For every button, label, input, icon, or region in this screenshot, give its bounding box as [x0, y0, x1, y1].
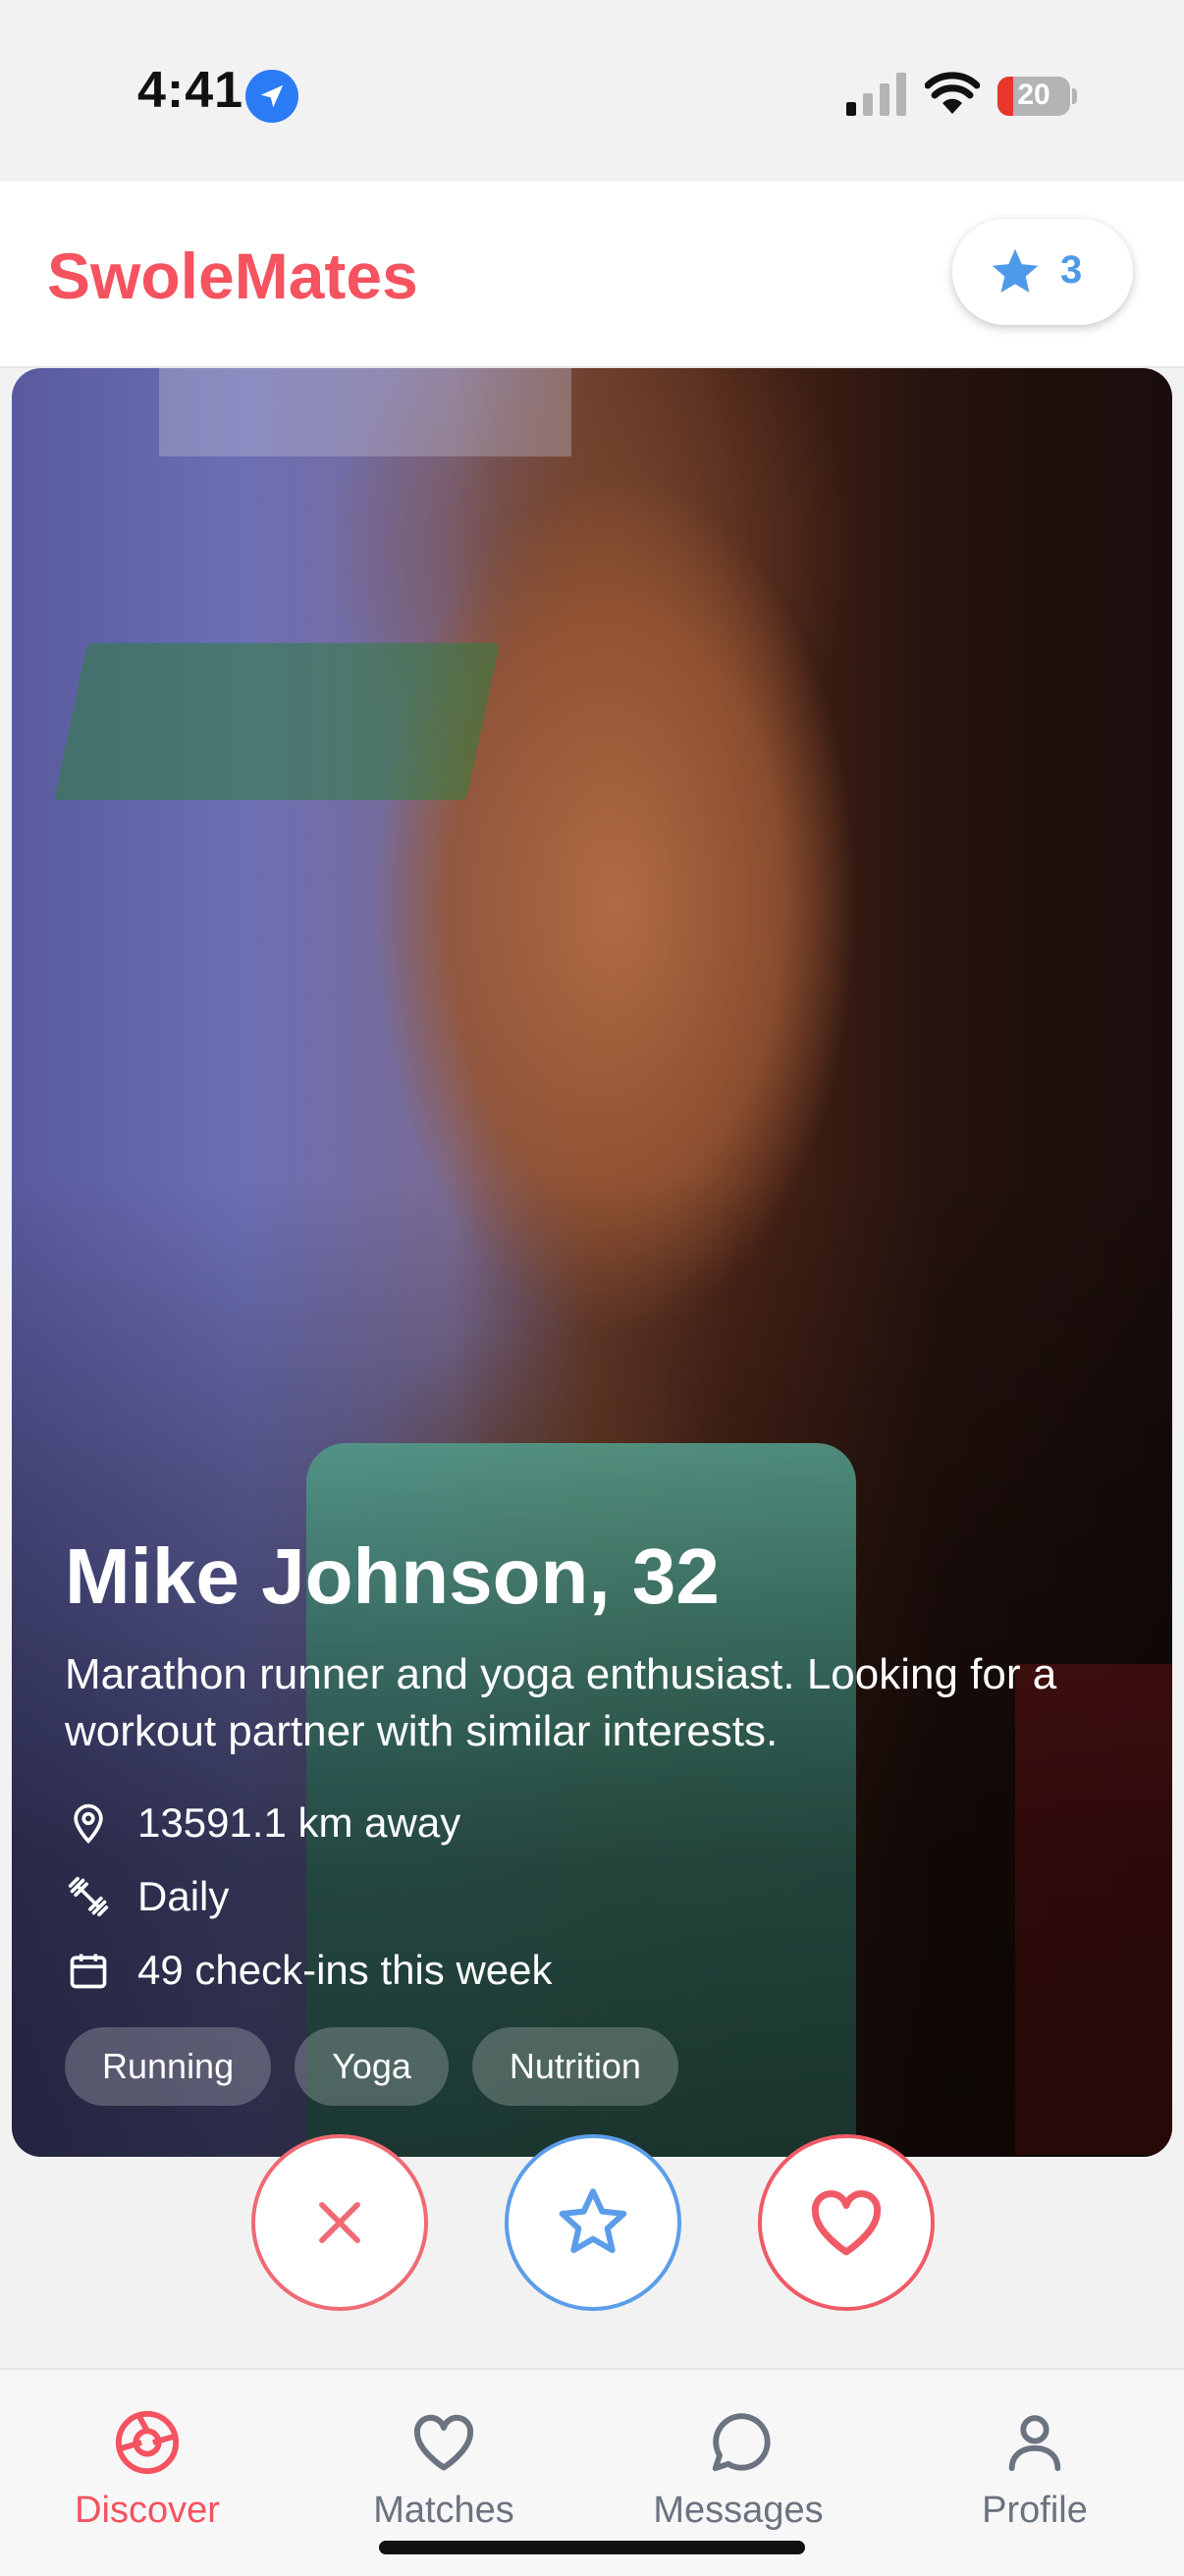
- person-icon: [1008, 2415, 1061, 2472]
- distance-text: 13591.1 km away: [137, 1799, 461, 1846]
- location-arrow-icon: [245, 70, 298, 123]
- status-time: 4:41: [137, 62, 244, 119]
- app-header: SwoleMates 3: [0, 182, 1184, 368]
- nav-profile[interactable]: Profile: [927, 2405, 1143, 2532]
- heart-icon: [811, 2190, 882, 2256]
- nav-discover-label: Discover: [75, 2490, 220, 2531]
- nav-profile-label: Profile: [982, 2490, 1088, 2531]
- profile-card[interactable]: Mike Johnson, 32 Marathon runner and yog…: [12, 368, 1172, 2157]
- calendar-icon: [65, 1947, 112, 1994]
- app-title: SwoleMates: [47, 240, 418, 312]
- star-icon: [559, 2188, 627, 2253]
- battery-icon: 20: [997, 77, 1070, 116]
- nav-matches-label: Matches: [373, 2490, 514, 2531]
- nav-messages[interactable]: Messages: [630, 2405, 846, 2532]
- discover-icon: [115, 2410, 180, 2475]
- profile-name-age: Mike Johnson, 32: [65, 1532, 720, 1620]
- close-icon: [319, 2202, 360, 2243]
- home-indicator: [379, 2541, 805, 2554]
- battery-level: 20: [1017, 79, 1050, 111]
- frequency-row: Daily: [65, 1867, 229, 1926]
- like-button[interactable]: [758, 2134, 935, 2311]
- distance-row: 13591.1 km away: [65, 1794, 460, 1852]
- interest-tag: Nutrition: [471, 2027, 678, 2106]
- nav-messages-label: Messages: [653, 2490, 824, 2531]
- location-pin-icon: [65, 1799, 112, 1847]
- super-likes-count: 3: [1060, 248, 1083, 292]
- profile-bio: Marathon runner and yoga enthusiast. Loo…: [65, 1650, 1057, 1755]
- checkins-text: 49 check-ins this week: [137, 1947, 553, 1993]
- interest-tags: Running Yoga Nutrition: [65, 2027, 678, 2106]
- heart-outline-icon: [413, 2414, 474, 2471]
- star-icon: [992, 248, 1039, 293]
- interest-tag: Running: [65, 2027, 272, 2106]
- nav-discover[interactable]: Discover: [39, 2405, 255, 2532]
- super-like-button[interactable]: [505, 2134, 681, 2311]
- backdrop-logo: [53, 643, 501, 800]
- checkins-row: 49 check-ins this week: [65, 1941, 553, 2000]
- frequency-text: Daily: [137, 1873, 230, 1919]
- chat-bubble-icon: [712, 2413, 771, 2472]
- cellular-signal-icon: [846, 73, 906, 116]
- status-bar: 4:41 20: [0, 0, 1184, 182]
- wifi-icon: [925, 72, 980, 114]
- nav-matches[interactable]: Matches: [336, 2405, 552, 2532]
- pass-button[interactable]: [251, 2134, 428, 2311]
- interest-tag: Yoga: [295, 2027, 449, 2106]
- dumbbell-icon: [65, 1873, 112, 1920]
- backdrop-banner: [159, 368, 571, 456]
- super-likes-button[interactable]: 3: [952, 219, 1133, 325]
